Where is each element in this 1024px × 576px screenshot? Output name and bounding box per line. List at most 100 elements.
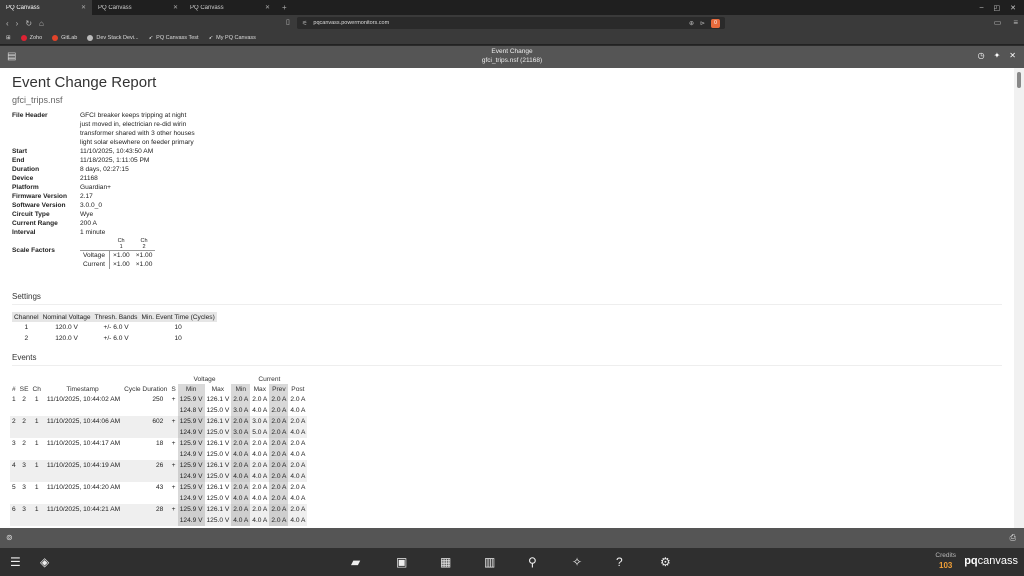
bookmark-pq-canvass-test[interactable]: ➹ PQ Canvass Test — [149, 35, 199, 41]
events-col-header[interactable]: SE — [18, 384, 31, 394]
report-filename: gfci_trips.nsf — [12, 95, 63, 105]
hamburger-menu-icon[interactable]: ☰ — [10, 555, 21, 569]
event-row[interactable]: 5 3 1 11/10/2025, 10:44:20 AM 43 +125.9 V 126.… — [10, 482, 307, 493]
events-col-header[interactable]: S — [169, 384, 177, 394]
browser-tab[interactable]: PQ Canvass ✕ — [0, 0, 92, 15]
sidebar-toggle-icon[interactable]: ▭ — [994, 18, 1002, 27]
events-col-header[interactable]: Max — [205, 384, 232, 394]
empty-cell — [122, 471, 170, 482]
event-report-icon[interactable]: ▣ — [396, 555, 407, 569]
bookmark-gitlab[interactable]: GitLab — [52, 34, 77, 41]
address-bar[interactable]: ⚟ pqcanvass.powermonitors.com ⊕ ⊳ 0 — [297, 17, 725, 29]
bookmark-my-pq-canvass[interactable]: ➹ My PQ Canvass — [209, 35, 256, 41]
bookmark-zoho[interactable]: Zoho — [20, 34, 42, 41]
empty-cell — [169, 427, 178, 438]
event-se: 3 — [17, 460, 31, 471]
new-tab-icon[interactable]: + — [276, 3, 293, 12]
share-icon[interactable]: ⊳ — [700, 20, 705, 27]
events-col-header[interactable]: Max — [250, 384, 269, 394]
event-row[interactable]: 6 3 1 11/10/2025, 10:44:21 AM 28 +125.9 V 126.… — [10, 504, 308, 515]
browser-tab[interactable]: PQ Canvass ✕ — [92, 0, 184, 15]
event-row[interactable]: 124.8 V 125.0 V 3.0 A 4.0 A 2.0 A 4.0 A — [10, 405, 307, 416]
event-value: 2.0 A — [269, 427, 289, 438]
event-se: 2 — [17, 416, 31, 427]
empty-cell — [122, 493, 169, 504]
layers-icon[interactable]: ◈ — [40, 555, 49, 569]
pin-icon[interactable]: ✦ — [994, 51, 1001, 60]
chart-report-icon[interactable]: ▦ — [440, 555, 451, 569]
site-settings-icon[interactable]: ⚟ — [302, 20, 307, 27]
event-row[interactable]: 1 2 1 11/10/2025, 10:44:02 AM 250 +125.9 V 126… — [10, 394, 307, 405]
event-value: 125.0 V — [204, 427, 232, 438]
event-value: 2.0 A — [269, 449, 289, 460]
apps-icon[interactable]: ⊞ — [6, 35, 11, 41]
event-row[interactable]: 124.9 V 125.0 V 4.0 A 4.0 A 2.0 A 4.0 A — [10, 493, 307, 504]
event-row[interactable]: 4 3 1 11/10/2025, 10:44:19 AM 26 +125.9 V 126.… — [10, 460, 308, 471]
location-icon[interactable]: ⚲ — [528, 555, 537, 569]
event-row[interactable]: 3 2 1 11/10/2025, 10:44:17 AM 18 +125.9 V 126.… — [10, 438, 307, 449]
voicemail-icon[interactable]: ⊚ — [6, 533, 13, 542]
bookmark-dev-stack[interactable]: Dev Stack Devi... — [87, 34, 139, 41]
forward-icon[interactable]: › — [16, 19, 19, 28]
reload-icon[interactable]: ↻ — [25, 19, 32, 28]
event-row[interactable]: 124.9 V 125.0 V 3.0 A 5.0 A 2.0 A 4.0 A — [10, 427, 308, 438]
event-row[interactable]: 2 2 1 11/10/2025, 10:44:06 AM 602 +125.9 V 126… — [10, 416, 308, 427]
events-col-header[interactable]: # — [10, 384, 18, 394]
history-icon[interactable]: ◷ — [978, 51, 985, 60]
events-col-header[interactable]: Cycle Duration — [122, 384, 169, 394]
scale-col-header: Ch 1 — [109, 238, 133, 251]
close-window-icon[interactable]: ✕ — [1010, 4, 1016, 12]
scrollbar-thumb[interactable] — [1017, 72, 1021, 88]
settings-gear-icon[interactable]: ⚙ — [660, 555, 671, 569]
info-row: Interval 1 minute — [12, 228, 195, 237]
events-col-header[interactable]: Min — [231, 384, 251, 394]
home-icon[interactable]: ⌂ — [39, 19, 44, 28]
maximize-icon[interactable]: ◰ — [994, 4, 1001, 12]
event-value: 4.0 A — [290, 407, 306, 414]
event-value: 2.0 A — [252, 484, 268, 491]
print-icon[interactable]: ⎙ — [1010, 533, 1016, 543]
event-value: 2.0 A — [269, 504, 289, 515]
info-key: Circuit Type — [12, 211, 50, 218]
satellite-icon[interactable]: ✧ — [572, 555, 582, 569]
info-row: File Header GFCI breaker keeps tripping a… — [12, 111, 195, 147]
events-col-header[interactable]: Timestamp — [43, 384, 122, 394]
event-value: 126.1 V — [206, 484, 230, 491]
browser-tab[interactable]: PQ Canvass ✕ — [184, 0, 276, 15]
help-icon[interactable]: ? — [616, 555, 623, 569]
close-tab-icon[interactable]: ✕ — [265, 4, 270, 11]
report-title: Event Change Report — [12, 74, 157, 91]
event-timestamp: 11/10/2025, 10:44:20 AM — [46, 484, 121, 491]
events-col-header[interactable]: Min — [177, 384, 205, 394]
empty-cell — [10, 449, 18, 460]
event-row[interactable]: 124.9 V 125.0 V 4.0 A 4.0 A 2.0 A 4.0 A — [10, 515, 308, 526]
event-value: 124.9 V — [177, 427, 205, 438]
settings-cell: +/- 6.0 V — [103, 335, 129, 342]
send-report-icon[interactable]: ▰ — [351, 555, 360, 569]
zoom-icon[interactable]: ⊕ — [689, 20, 694, 27]
event-value: 125.9 V — [177, 460, 205, 471]
events-col-header[interactable]: Post — [288, 384, 307, 394]
event-row[interactable]: 124.9 V 125.0 V 4.0 A 4.0 A 2.0 A 4.0 A — [10, 449, 307, 460]
brave-shield-icon[interactable]: 0 — [711, 18, 720, 28]
empty-cell — [43, 405, 122, 416]
close-icon[interactable]: ✕ — [1009, 51, 1016, 60]
back-icon[interactable]: ‹ — [6, 19, 9, 28]
event-value: 126.1 V — [204, 504, 232, 515]
scrollbar[interactable] — [1014, 68, 1024, 528]
close-tab-icon[interactable]: ✕ — [173, 4, 178, 11]
events-col-header[interactable]: Ch — [30, 384, 42, 394]
event-channel: 1 — [34, 396, 39, 403]
event-value: 126.1 V — [204, 416, 232, 427]
empty-cell — [122, 515, 170, 526]
event-row[interactable]: 124.9 V 125.0 V 4.0 A 4.0 A 2.0 A 4.0 A — [10, 471, 308, 482]
menu-icon[interactable]: ≡ — [1013, 18, 1018, 27]
empty-cell — [122, 427, 170, 438]
event-value: 2.0 A — [269, 438, 289, 449]
events-col-header[interactable]: Prev — [269, 384, 289, 394]
bookmark-icon[interactable]: ▯ — [286, 18, 290, 26]
close-tab-icon[interactable]: ✕ — [81, 4, 86, 11]
summary-report-icon[interactable]: ▥ — [484, 555, 495, 569]
settings-cell: 120.0 V — [55, 335, 78, 342]
minimize-icon[interactable]: – — [980, 4, 984, 12]
